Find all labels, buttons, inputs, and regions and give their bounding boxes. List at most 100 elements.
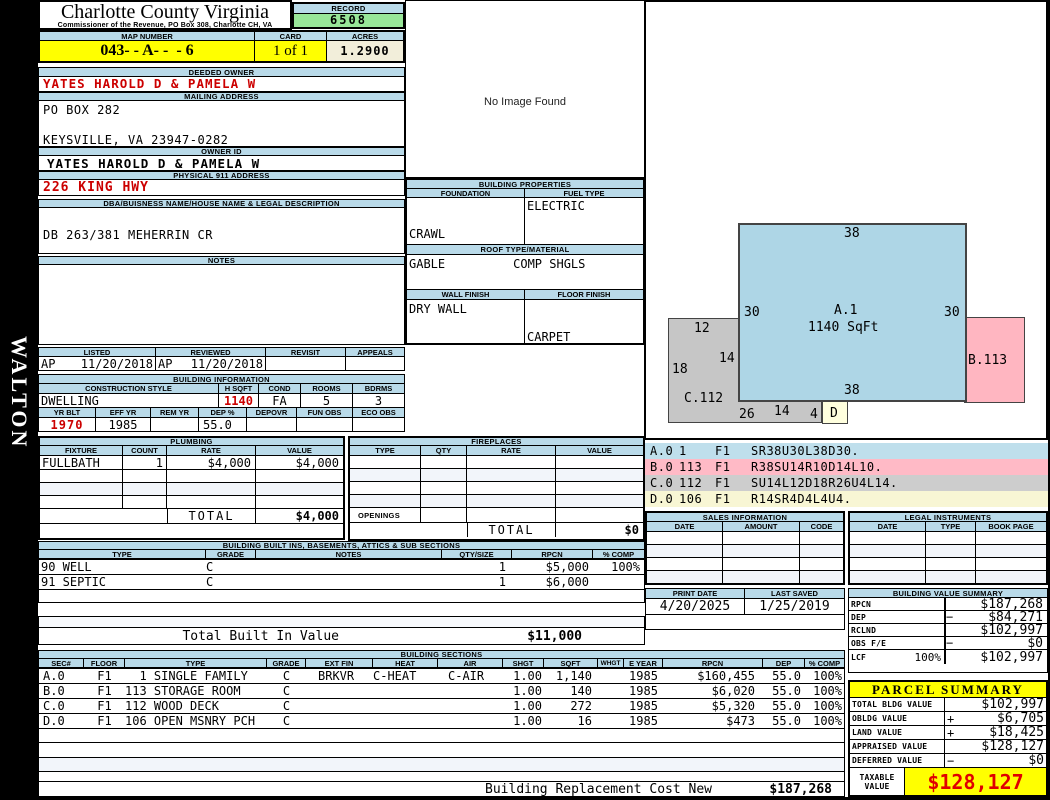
bs-h-floor: FLOOR <box>84 659 125 668</box>
fireplaces-h-value: VALUE <box>556 446 643 456</box>
fireplaces-empty-row <box>350 469 643 482</box>
vector-code: 113 <box>679 460 715 474</box>
summary-sign <box>946 598 956 610</box>
sales-empty-row <box>647 558 843 571</box>
sales-h-code: CODE <box>800 522 843 532</box>
legal-empty-row <box>850 558 1046 571</box>
sales-h-amount: AMOUNT <box>723 522 800 532</box>
fireplaces-h-qty: QTY <box>421 446 467 456</box>
parcel-summary-title: PARCEL SUMMARY <box>850 682 1046 698</box>
parcel-sign <box>945 740 958 753</box>
remyr-value <box>151 418 199 431</box>
plumbing-footer-empty <box>40 524 343 536</box>
bs-extfin: BRKVR <box>306 669 373 683</box>
bs-extfin <box>306 699 373 713</box>
builtins-rpcn: $6,000 <box>512 575 593 589</box>
bs-h-sec: SEC# <box>39 659 84 668</box>
summary-value: $187,268 <box>956 598 1045 610</box>
legal-h-bookpage: BOOK PAGE <box>976 522 1046 532</box>
sales-info-table: SALES INFORMATION DATE AMOUNT CODE <box>645 511 845 585</box>
dim-c-b1: 26 <box>739 407 755 422</box>
mailing-address-label: MAILING ADDRESS <box>38 92 405 101</box>
bs-grade: C <box>267 669 306 683</box>
yrblt-value: 1970 <box>39 418 96 431</box>
bs-sqft: 1,140 <box>544 669 598 683</box>
bs-grade: C <box>267 684 306 698</box>
summary-lcf-pct: 100% <box>915 651 945 664</box>
bs-air: C-AIR <box>438 669 503 683</box>
rooms-label: ROOMS <box>301 384 353 394</box>
listed-date: 11/20/2018 <box>81 357 155 370</box>
bs-floor: F1 <box>84 699 125 713</box>
summary-row-obs: OBS F/E − $0 <box>849 637 1047 650</box>
bs-rpcn: $6,020 <box>663 684 763 698</box>
physical-address-value: 226 KING HWY <box>38 180 405 196</box>
builtins-h-notes: NOTES <box>256 550 442 559</box>
plumbing-empty-row <box>40 470 343 483</box>
builtins-comp <box>593 575 644 589</box>
fireplaces-h-type: TYPE <box>350 446 421 456</box>
plumbing-total-value: $4,000 <box>256 509 343 523</box>
remyr-label: REM YR <box>151 408 199 418</box>
bs-h-air: AIR <box>438 659 503 668</box>
dep-label: DEP % <box>199 408 247 418</box>
legal-h-type: TYPE <box>926 522 976 532</box>
parcel-label: OBLDG VALUE <box>850 712 945 725</box>
fuel-type-label: FUEL TYPE <box>525 189 643 198</box>
bs-dep: 55.0 <box>763 714 805 728</box>
hsqft-label: H SQFT <box>219 384 259 394</box>
summary-sign <box>946 624 956 636</box>
builtins-h-comp: % COMP <box>593 550 644 559</box>
summary-sign: − <box>946 611 956 623</box>
summary-label: RCLND <box>849 624 946 636</box>
plumbing-h-fixture: FIXTURE <box>40 446 123 456</box>
wall-finish-label: WALL FINISH <box>407 290 525 300</box>
bs-air <box>438 684 503 698</box>
bs-air <box>438 699 503 713</box>
dim-c-left: 18 <box>672 362 688 377</box>
roof-material-value: COMP SHGLS <box>513 257 585 271</box>
legal-instruments-title: LEGAL INSTRUMENTS <box>850 513 1046 522</box>
record-box: RECORD 6508 <box>292 2 405 29</box>
fireplaces-total-row: TOTAL $0 <box>350 523 643 537</box>
appeals-value <box>346 357 404 370</box>
summary-value: $0 <box>956 637 1045 649</box>
map-card-acres: MAP NUMBER CARD ACRES 043- - A- - - 6 1 … <box>38 30 405 63</box>
cond-value: FA <box>259 394 301 407</box>
bs-sqft: 16 <box>544 714 598 728</box>
sales-empty-row <box>647 545 843 558</box>
dba-value: DB 263/381 MEHERRIN CR <box>39 208 404 242</box>
print-info-table: PRINT DATE LAST SAVED 4/20/2025 1/25/201… <box>645 588 845 630</box>
floor-finish-label: FLOOR FINISH <box>525 290 643 300</box>
plumbing-table: PLUMBING FIXTURE COUNT RATE VALUE FULLBA… <box>38 436 345 540</box>
bs-h-dep: DEP <box>763 659 805 668</box>
builtins-total-label: Total Built In Value <box>39 628 339 644</box>
visits-table: LISTED REVIEWED REVISIT APPEALS AP 11/20… <box>38 347 405 371</box>
dim-c-top: 12 <box>694 321 710 336</box>
bs-dep: 55.0 <box>763 669 805 683</box>
sales-empty-row <box>647 571 843 583</box>
bs-h-sqft: SQFT <box>544 659 598 668</box>
builtins-rpcn: $5,000 <box>512 560 593 574</box>
vector-floor: F1 <box>715 476 751 490</box>
vector-path: SR38U30L38D30. <box>751 444 859 458</box>
builtins-empty-row <box>38 590 645 603</box>
bs-shgt: 1.00 <box>503 669 544 683</box>
bs-h-extfin: EXT FIN <box>306 659 373 668</box>
dim-a-left: 30 <box>744 305 760 320</box>
walton-vertical-brand: WALTON <box>6 336 32 449</box>
dim-c-b3: 4 <box>810 407 818 422</box>
building-value-summary-title: BUILDING VALUE SUMMARY <box>849 589 1047 598</box>
sales-empty-row <box>647 532 843 545</box>
legal-h-date: DATE <box>850 522 926 532</box>
builtins-total-value: $11,000 <box>339 628 614 644</box>
plumbing-total-label: TOTAL <box>167 509 256 523</box>
legal-empty-row <box>850 532 1046 545</box>
bs-sqft: 140 <box>544 684 598 698</box>
plumbing-row: FULLBATH 1 $4,000 $4,000 <box>40 456 343 470</box>
builtins-notes <box>256 560 442 574</box>
fireplaces-h-rate: RATE <box>467 446 556 456</box>
card-label: CARD <box>255 32 327 41</box>
fireplaces-empty-row <box>350 482 643 495</box>
bs-dep: 55.0 <box>763 684 805 698</box>
